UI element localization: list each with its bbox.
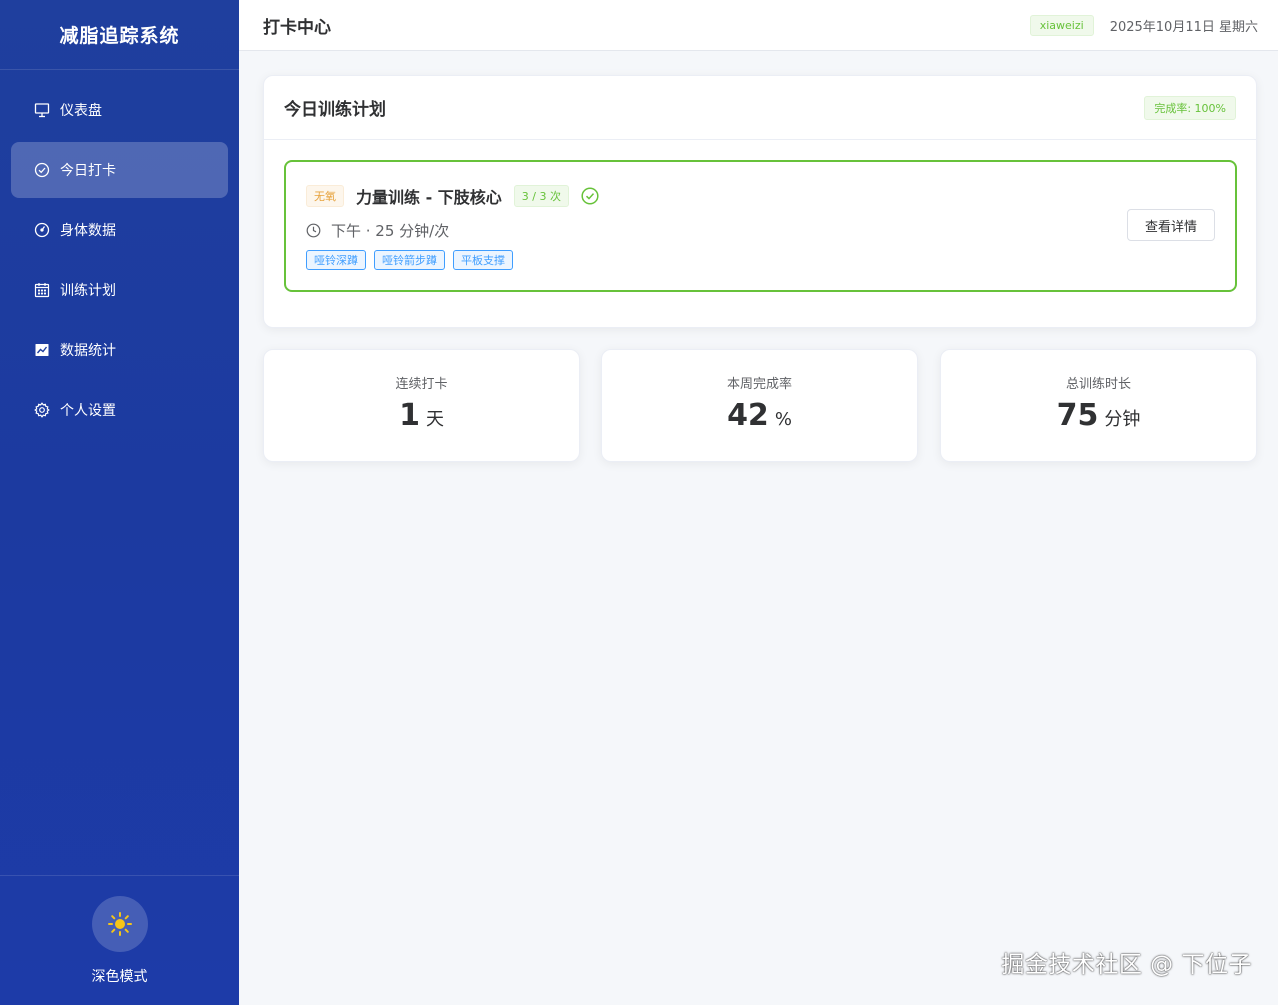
exercise-tag: 平板支撑 xyxy=(453,250,513,270)
task-schedule: 下午 · 25 分钟/次 xyxy=(331,222,450,240)
sidebar-item-label: 个人设置 xyxy=(60,403,116,419)
user-badge: xiaweizi xyxy=(1029,14,1094,36)
sidebar: 减脂追踪系统 仪表盘 今日打卡 身体数据 训练计划 数据统计 个人设置 深色模式 xyxy=(0,0,239,1005)
sidebar-item-label: 仪表盘 xyxy=(60,103,102,119)
stat-value: 42 xyxy=(727,398,769,433)
sidebar-item-label: 今日打卡 xyxy=(60,163,116,179)
stat-label: 连续打卡 xyxy=(395,377,448,392)
app-brand: 减脂追踪系统 xyxy=(0,0,239,70)
sidebar-item-label: 数据统计 xyxy=(60,343,116,359)
sun-icon xyxy=(107,911,133,937)
stat-value-row: 42 % xyxy=(727,398,792,433)
calendar-icon xyxy=(33,281,51,299)
stat-card-streak: 连续打卡 1 天 xyxy=(263,349,580,462)
sidebar-nav: 仪表盘 今日打卡 身体数据 训练计划 数据统计 个人设置 xyxy=(0,70,239,438)
task-name: 力量训练 - 下肢核心 xyxy=(356,188,502,207)
plan-card-header: 今日训练计划 完成率: 100% xyxy=(264,76,1256,140)
sidebar-footer: 深色模式 xyxy=(0,875,239,1005)
stat-value-row: 1 天 xyxy=(399,398,444,433)
today-plan-card: 今日训练计划 完成率: 100% 无氧 力量训练 - 下肢核心 3 / 3 次 … xyxy=(263,75,1257,328)
stat-card-total-duration: 总训练时长 75 分钟 xyxy=(940,349,1257,462)
stat-value-row: 75 分钟 xyxy=(1057,398,1141,433)
trend-chart-icon xyxy=(33,341,51,359)
page-title: 打卡中心 xyxy=(263,17,331,38)
sidebar-item-dashboard[interactable]: 仪表盘 xyxy=(11,82,228,138)
task-type-tag: 无氧 xyxy=(306,185,344,207)
view-details-button[interactable]: 查看详情 xyxy=(1127,209,1215,241)
stat-unit: % xyxy=(774,409,792,430)
sidebar-item-label: 训练计划 xyxy=(60,283,116,299)
exercise-tag: 哑铃箭步蹲 xyxy=(374,250,445,270)
sidebar-item-settings[interactable]: 个人设置 xyxy=(11,382,228,438)
sidebar-item-body-data[interactable]: 身体数据 xyxy=(11,202,228,258)
sidebar-item-statistics[interactable]: 数据统计 xyxy=(11,322,228,378)
plan-title: 今日训练计划 xyxy=(284,100,386,120)
exercise-tags: 哑铃深蹲 哑铃箭步蹲 平板支撑 xyxy=(306,250,521,270)
sidebar-item-training-plan[interactable]: 训练计划 xyxy=(11,262,228,318)
task-schedule-row: 下午 · 25 分钟/次 xyxy=(306,220,449,241)
completion-rate-badge: 完成率: 100% xyxy=(1144,95,1236,120)
presentation-board-icon xyxy=(33,101,51,119)
training-task-item: 无氧 力量训练 - 下肢核心 3 / 3 次 下午 · 25 分钟/次 哑铃深蹲… xyxy=(284,160,1237,292)
stat-unit: 天 xyxy=(425,409,444,430)
task-count-tag: 3 / 3 次 xyxy=(513,185,569,207)
clock-icon xyxy=(306,223,321,238)
watermark: 掘金技术社区 @ 下位子 xyxy=(1001,952,1252,978)
gear-icon xyxy=(33,401,51,419)
exercise-tag: 哑铃深蹲 xyxy=(306,250,366,270)
stat-label: 总训练时长 xyxy=(1065,377,1131,392)
gauge-icon xyxy=(33,221,51,239)
sidebar-item-checkin[interactable]: 今日打卡 xyxy=(11,142,228,198)
stat-value: 1 xyxy=(399,398,420,433)
stat-value: 75 xyxy=(1056,398,1099,433)
sidebar-item-label: 身体数据 xyxy=(60,223,116,239)
check-circle-icon xyxy=(581,187,599,205)
check-circle-icon xyxy=(33,161,51,179)
task-header-row: 无氧 力量训练 - 下肢核心 3 / 3 次 xyxy=(306,184,599,208)
stat-card-weekly-rate: 本周完成率 42 % xyxy=(601,349,918,462)
stat-unit: 分钟 xyxy=(1104,409,1141,430)
top-header: 打卡中心 xiaweizi 2025年10月11日 星期六 xyxy=(239,0,1278,51)
stat-label: 本周完成率 xyxy=(726,377,792,392)
theme-toggle-button[interactable] xyxy=(91,896,148,952)
theme-toggle-label: 深色模式 xyxy=(91,969,148,985)
current-date: 2025年10月11日 星期六 xyxy=(1109,19,1258,35)
